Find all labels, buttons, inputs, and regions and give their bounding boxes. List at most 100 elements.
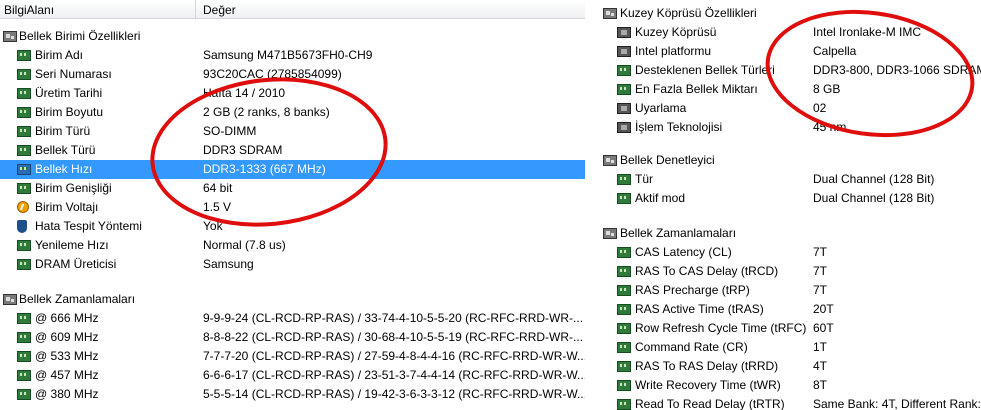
memory-icon <box>17 69 31 80</box>
info-row[interactable]: Tür Dual Channel (128 Bit) <box>595 170 981 189</box>
info-row[interactable]: @ 609 MHz 8-8-8-22 (CL-RCD-RP-RAS) / 30-6… <box>0 328 585 347</box>
info-row[interactable]: Birim Boyutu 2 GB (2 ranks, 8 banks) <box>0 103 585 122</box>
column-header-field[interactable]: BilgiAlanı <box>4 3 54 17</box>
row-value: 8-8-8-22 (CL-RCD-RP-RAS) / 30-68-4-10-5-… <box>203 330 584 344</box>
row-value: DDR3 SDRAM <box>203 143 283 157</box>
chip-icon <box>617 103 631 114</box>
info-row[interactable]: CAS Latency (CL) 7T <box>595 243 981 262</box>
info-row[interactable]: @ 457 MHz 6-6-6-17 (CL-RCD-RP-RAS) / 23-5… <box>0 366 585 385</box>
info-row[interactable]: RAS Active Time (tRAS) 20T <box>595 300 981 319</box>
info-row[interactable]: Kuzey Köprüsü Intel Ironlake-M IMC <box>595 23 981 42</box>
group-header[interactable]: Bellek Zamanlamaları <box>0 290 585 309</box>
row-value: 20T <box>813 302 834 316</box>
column-header: BilgiAlanı Değer <box>0 0 585 19</box>
row-value: 8T <box>813 378 828 392</box>
memory-icon <box>617 323 631 334</box>
row-value: DDR3-1333 (667 MHz) <box>203 162 326 176</box>
info-row[interactable]: @ 533 MHz 7-7-7-20 (CL-RCD-RP-RAS) / 27-5… <box>0 347 585 366</box>
row-value: 5-5-5-14 (CL-RCD-RP-RAS) / 19-42-3-6-3-3… <box>203 387 585 401</box>
memory-icon <box>617 304 631 315</box>
column-separator[interactable] <box>195 0 196 18</box>
info-row[interactable]: Aktif mod Dual Channel (128 Bit) <box>595 189 981 208</box>
info-row[interactable]: Read To Read Delay (tRTR) Same Bank: 4T, … <box>595 395 981 410</box>
row-label: Intel platformu <box>635 44 712 58</box>
memory-icon <box>617 193 631 204</box>
row-label: Seri Numarası <box>35 67 112 81</box>
info-row[interactable]: En Fazla Bellek Miktarı 8 GB <box>595 80 981 99</box>
row-label: CAS Latency (CL) <box>635 245 732 259</box>
row-value: Same Bank: 4T, Different Rank: 7 <box>813 397 981 410</box>
row-value: Samsung M471B5673FH0-CH9 <box>203 48 373 62</box>
info-row[interactable]: Uyarlama 02 <box>595 99 981 118</box>
row-label: Desteklenen Bellek Türleri <box>635 63 775 77</box>
info-row[interactable]: RAS Precharge (tRP) 7T <box>595 281 981 300</box>
row-value: Dual Channel (128 Bit) <box>813 172 935 186</box>
row-value: 4T <box>813 359 828 373</box>
memory-icon <box>17 389 31 400</box>
left-detail-panel[interactable]: BilgiAlanı Değer Bellek Birimi Özellikle… <box>0 0 585 410</box>
group-title: Bellek Zamanlamaları <box>620 226 737 240</box>
info-row[interactable]: Birim Genişliği 64 bit <box>0 179 585 198</box>
row-label: RAS Precharge (tRP) <box>635 283 750 297</box>
info-row[interactable]: Birim Adı Samsung M471B5673FH0-CH9 <box>0 46 585 65</box>
row-value: 9-9-9-24 (CL-RCD-RP-RAS) / 33-74-4-10-5-… <box>203 311 584 325</box>
row-label: Write Recovery Time (tWR) <box>635 378 781 392</box>
row-value: Samsung <box>203 257 254 271</box>
memory-icon <box>617 380 631 391</box>
info-row[interactable]: Birim Türü SO-DIMM <box>0 122 585 141</box>
row-value: 6-6-6-17 (CL-RCD-RP-RAS) / 23-51-3-7-4-4… <box>203 368 585 382</box>
info-row[interactable]: Row Refresh Cycle Time (tRFC) 60T <box>595 319 981 338</box>
info-row[interactable]: İşlem Teknolojisi 45 nm <box>595 118 981 137</box>
info-row[interactable]: Desteklenen Bellek Türleri DDR3-800, DDR3… <box>595 61 981 80</box>
memory-icon <box>17 313 31 324</box>
row-label: @ 457 MHz <box>35 368 99 382</box>
row-label: Row Refresh Cycle Time (tRFC) <box>635 321 807 335</box>
group-header[interactable]: Bellek Zamanlamaları <box>595 224 981 243</box>
row-value: 7T <box>813 264 828 278</box>
info-row[interactable]: Birim Voltajı 1.5 V <box>0 198 585 217</box>
info-row[interactable]: DRAM Üreticisi Samsung <box>0 255 585 274</box>
right-detail-panel[interactable]: Kuzey Köprüsü Özellikleri Kuzey Köprüsü In… <box>595 0 981 410</box>
info-row[interactable]: Command Rate (CR) 1T <box>595 338 981 357</box>
group-header[interactable]: Bellek Birimi Özellikleri <box>0 27 585 46</box>
row-value: 1T <box>813 340 828 354</box>
memory-icon <box>17 145 31 156</box>
row-value: 2 GB (2 ranks, 8 banks) <box>203 105 330 119</box>
info-row[interactable]: @ 666 MHz 9-9-9-24 (CL-RCD-RP-RAS) / 33-7… <box>0 309 585 328</box>
row-label: Aktif mod <box>635 191 686 205</box>
column-header-value[interactable]: Değer <box>203 3 236 17</box>
info-row[interactable]: @ 380 MHz 5-5-5-14 (CL-RCD-RP-RAS) / 19-4… <box>0 385 585 404</box>
info-row[interactable]: Write Recovery Time (tWR) 8T <box>595 376 981 395</box>
info-row[interactable]: Üretim Tarihi Hafta 14 / 2010 <box>0 84 585 103</box>
info-row[interactable]: Yenileme Hızı Normal (7.8 us) <box>0 236 585 255</box>
group-header[interactable]: Bellek Denetleyici <box>595 151 981 170</box>
group-header[interactable]: Kuzey Köprüsü Özellikleri <box>595 4 981 23</box>
info-row[interactable]: RAS To CAS Delay (tRCD) 7T <box>595 262 981 281</box>
row-label: Uyarlama <box>635 101 687 115</box>
group-title: Bellek Denetleyici <box>620 153 715 167</box>
memory-icon <box>617 65 631 76</box>
memory-icon <box>17 50 31 61</box>
row-value: 7-7-7-20 (CL-RCD-RP-RAS) / 27-59-4-8-4-4… <box>203 349 585 363</box>
row-label: Tür <box>635 172 653 186</box>
row-label: En Fazla Bellek Miktarı <box>635 82 758 96</box>
row-value: DDR3-800, DDR3-1066 SDRAM <box>813 63 981 77</box>
row-value: 02 <box>813 101 827 115</box>
memory-icon <box>617 84 631 95</box>
group-icon <box>3 31 17 42</box>
memory-icon <box>617 266 631 277</box>
info-row[interactable]: Hata Tespit Yöntemi Yok <box>0 217 585 236</box>
group-icon <box>3 294 17 305</box>
info-row[interactable]: Bellek Türü DDR3 SDRAM <box>0 141 585 160</box>
info-row[interactable]: Bellek Hızı DDR3-1333 (667 MHz) <box>0 160 585 179</box>
memory-icon <box>17 240 31 251</box>
row-label: Yenileme Hızı <box>35 238 109 252</box>
row-label: DRAM Üreticisi <box>35 257 117 271</box>
group-icon <box>603 8 617 19</box>
info-row[interactable]: Intel platformu Calpella <box>595 42 981 61</box>
info-row[interactable]: RAS To RAS Delay (tRRD) 4T <box>595 357 981 376</box>
row-value: 8 GB <box>813 82 841 96</box>
row-value: 60T <box>813 321 834 335</box>
info-row[interactable]: Seri Numarası 93C20CAC (2785854099) <box>0 65 585 84</box>
row-label: Bellek Hızı <box>35 162 93 176</box>
